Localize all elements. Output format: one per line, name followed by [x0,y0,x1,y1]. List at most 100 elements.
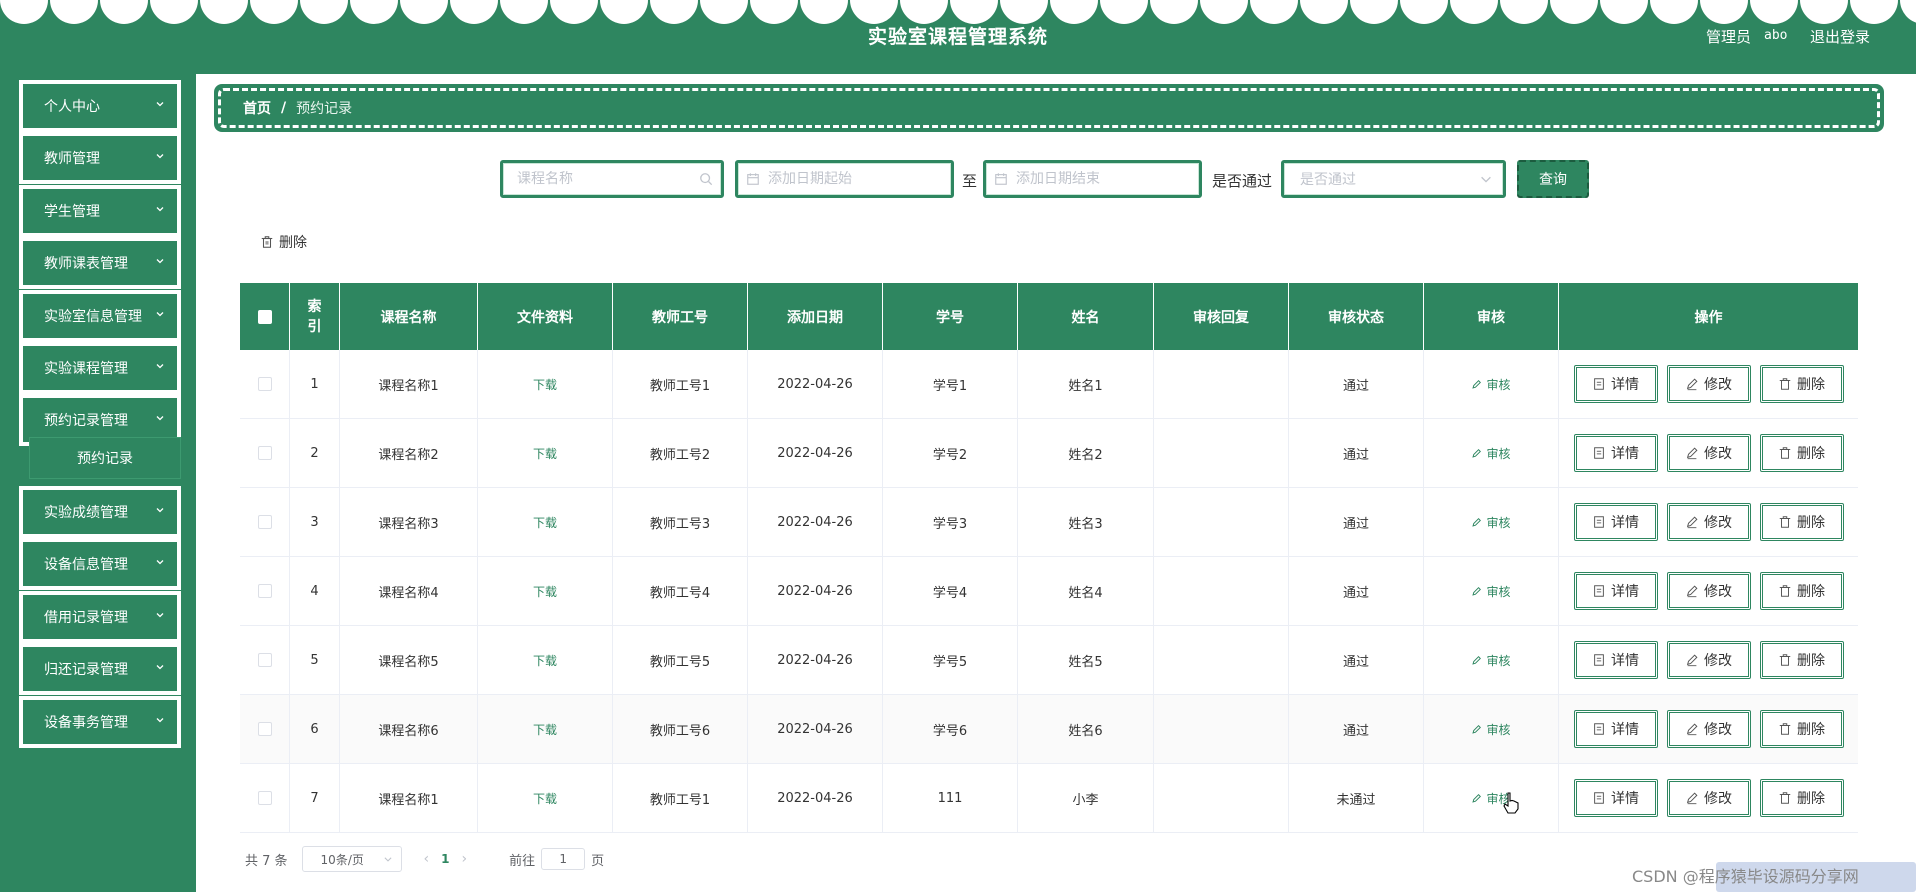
delete-button[interactable]: 删除 [1759,434,1844,472]
delete-label: 删除 [1797,584,1825,600]
cell-audit-reply [1154,350,1289,418]
sidebar-item-9[interactable]: 设备信息管理 [19,538,181,590]
date-start-input[interactable] [768,171,943,187]
sidebar-item-8[interactable]: 实验成绩管理 [19,486,181,538]
audit-link[interactable]: 审核 [1471,376,1511,393]
audit-link[interactable]: 审核 [1471,583,1511,600]
goto-page-input[interactable]: 1 [541,848,586,870]
chevron-down-icon [155,610,165,620]
sidebar-item-4[interactable]: 教师课表管理 [19,237,181,289]
edit-icon [1472,517,1482,527]
download-link[interactable]: 下载 [533,376,557,393]
delete-button[interactable]: 删除 [1759,572,1844,610]
edit-button[interactable]: 修改 [1666,779,1751,817]
detail-button[interactable]: 详情 [1573,365,1658,403]
cell-course-name: 课程名称1 [340,764,478,832]
detail-label: 详情 [1611,377,1639,393]
detail-button[interactable]: 详情 [1573,572,1658,610]
detail-button[interactable]: 详情 [1573,710,1658,748]
page-number-current[interactable]: 1 [441,852,449,866]
sidebar-item-5[interactable]: 实验室信息管理 [19,290,181,342]
chevron-down-icon [155,256,165,266]
batch-delete-button[interactable]: 删除 [260,232,307,252]
chevron-left-icon[interactable]: ‹ [424,851,430,867]
header-date: 添加日期 [748,283,883,350]
cell-audit: 审核 [1424,419,1559,487]
edit-button[interactable]: 修改 [1666,641,1751,679]
scallop-shape [850,0,898,24]
cell-audit-reply [1154,488,1289,556]
chevron-down-icon [155,151,165,161]
goto-label: 前往 [509,853,536,869]
date-start-input-wrap [735,160,954,198]
logout-link[interactable]: 退出登录 [1810,26,1870,47]
cell-audit-reply [1154,764,1289,832]
document-icon [1594,516,1604,528]
audit-link[interactable]: 审核 [1471,652,1511,669]
cell-date: 2022-04-26 [748,557,883,625]
header-teacher-no: 教师工号 [613,283,748,350]
delete-button[interactable]: 删除 [1759,710,1844,748]
scallop-shape [550,0,598,24]
sidebar-item-2[interactable]: 教师管理 [19,132,181,184]
pass-select[interactable]: 是否通过 [1281,160,1506,198]
delete-button[interactable]: 删除 [1759,779,1844,817]
trash-icon [1779,723,1791,735]
cell-date: 2022-04-26 [748,488,883,556]
download-link[interactable]: 下载 [533,445,557,462]
row-checkbox[interactable] [257,377,272,391]
row-checkbox[interactable] [257,653,272,667]
delete-button[interactable]: 删除 [1759,365,1844,403]
edit-button[interactable]: 修改 [1666,365,1751,403]
chevron-right-icon[interactable]: › [462,851,468,867]
edit-label: 修改 [1704,653,1732,669]
cell-operations: 详情 修改 删除 [1559,419,1858,487]
sidebar-item-12[interactable]: 设备事务管理 [19,696,181,748]
download-link[interactable]: 下载 [533,583,557,600]
audit-link[interactable]: 审核 [1471,721,1511,738]
audit-link[interactable]: 审核 [1471,514,1511,531]
select-all-checkbox[interactable] [257,309,272,324]
query-button[interactable]: 查询 [1517,160,1589,198]
detail-button[interactable]: 详情 [1573,641,1658,679]
row-checkbox[interactable] [257,584,272,598]
sidebar-item-10[interactable]: 借用记录管理 [19,591,181,643]
breadcrumb-current: 预约记录 [296,101,353,117]
chevron-down-icon [155,557,165,567]
scallop-shape [1500,0,1548,24]
date-end-input[interactable] [1016,171,1191,187]
edit-button[interactable]: 修改 [1666,572,1751,610]
row-checkbox[interactable] [257,446,272,460]
sidebar-item-6[interactable]: 实验课程管理 [19,342,181,394]
header-course-name: 课程名称 [340,283,478,350]
delete-button[interactable]: 删除 [1759,641,1844,679]
course-name-input[interactable] [517,171,699,187]
page-size-select[interactable]: 10条/页 [301,846,402,872]
scallop-shape [1750,0,1798,24]
delete-button[interactable]: 删除 [1759,503,1844,541]
row-checkbox[interactable] [257,791,272,805]
scallop-shape [350,0,398,24]
detail-button[interactable]: 详情 [1573,779,1658,817]
download-link[interactable]: 下载 [533,790,557,807]
download-link[interactable]: 下载 [533,652,557,669]
download-link[interactable]: 下载 [533,721,557,738]
table-row: 1 课程名称1 下载 教师工号1 2022-04-26 学号1 姓名1 通过 审核 详情 修改 删除 [240,350,1858,419]
audit-link[interactable]: 审核 [1471,445,1511,462]
detail-button[interactable]: 详情 [1573,434,1658,472]
detail-button[interactable]: 详情 [1573,503,1658,541]
download-link[interactable]: 下载 [533,514,557,531]
row-checkbox[interactable] [257,515,272,529]
edit-button[interactable]: 修改 [1666,710,1751,748]
edit-button[interactable]: 修改 [1666,434,1751,472]
sidebar-subitem-appointment-records[interactable]: 预约记录 [29,437,181,479]
scallop-shape [50,0,98,24]
sidebar-item-3[interactable]: 学生管理 [19,185,181,237]
sidebar-item-1[interactable]: 个人中心 [19,80,181,132]
table-row: 2 课程名称2 下载 教师工号2 2022-04-26 学号2 姓名2 通过 审核 详情 修改 删除 [240,419,1858,488]
edit-button[interactable]: 修改 [1666,503,1751,541]
sidebar-item-11[interactable]: 归还记录管理 [19,643,181,695]
scallop-shape [450,0,498,24]
breadcrumb-home[interactable]: 首页 [243,98,271,118]
row-checkbox[interactable] [257,722,272,736]
